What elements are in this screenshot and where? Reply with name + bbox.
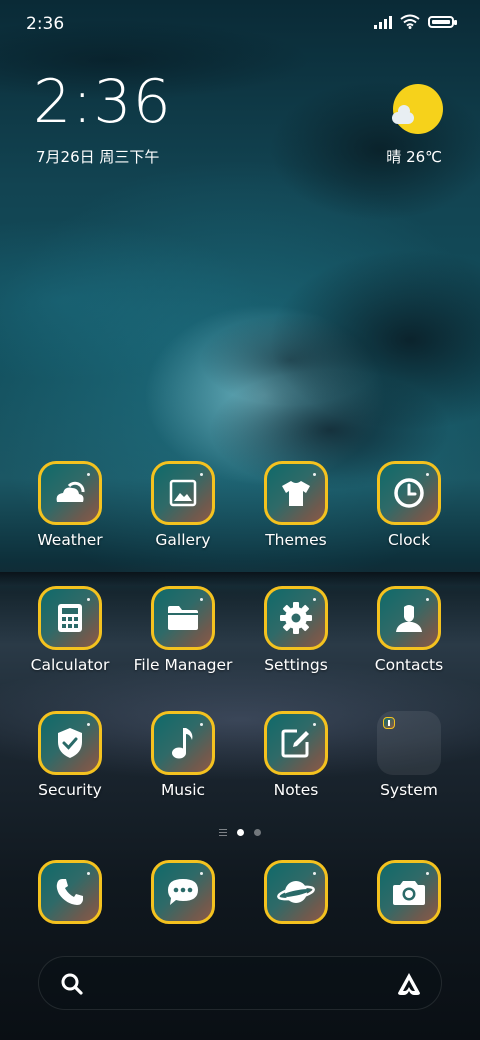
app-label: Notes [273, 781, 319, 799]
app-label: Security [38, 781, 102, 799]
note-edit-icon [264, 711, 328, 775]
signal-icon [374, 15, 392, 29]
shield-check-icon [38, 711, 102, 775]
weather-widget[interactable]: 晴 26℃ [370, 82, 450, 172]
folder-mini-app-icon [383, 717, 395, 729]
app-label: Music [160, 781, 206, 799]
wallpaper-horizon [0, 572, 480, 586]
dock-phone[interactable] [14, 860, 126, 924]
calculator-icon [38, 586, 102, 650]
browser-planet-icon [264, 860, 328, 924]
wifi-icon [400, 14, 420, 29]
app-label: File Manager [133, 656, 233, 674]
app-file-manager[interactable]: File Manager [127, 586, 239, 674]
weather-icon [38, 461, 102, 525]
gallery-icon [151, 461, 215, 525]
page-dot-active [237, 829, 244, 836]
weather-widget-text: 晴 26℃ [386, 148, 442, 166]
status-icons [374, 14, 457, 29]
app-themes[interactable]: Themes [240, 461, 352, 549]
dock-camera[interactable] [353, 860, 465, 924]
folder-icon [151, 586, 215, 650]
search-icon[interactable] [60, 972, 84, 996]
app-system-folder[interactable]: System [353, 711, 465, 799]
app-settings[interactable]: Settings [240, 586, 352, 674]
app-music[interactable]: Music [127, 711, 239, 799]
app-label: Calculator [30, 656, 110, 674]
app-notes[interactable]: Notes [240, 711, 352, 799]
dock-browser[interactable] [240, 860, 352, 924]
music-note-icon [151, 711, 215, 775]
cloud-icon [392, 105, 414, 124]
app-weather[interactable]: Weather [14, 461, 126, 549]
app-contacts[interactable]: Contacts [353, 586, 465, 674]
gear-icon [264, 586, 328, 650]
person-icon [377, 586, 441, 650]
app-label: Contacts [374, 656, 444, 674]
camera-icon [377, 860, 441, 924]
app-drawer-indicator-icon [219, 829, 227, 836]
search-bar[interactable] [38, 956, 442, 1010]
page-indicator[interactable] [0, 829, 480, 836]
battery-icon [428, 15, 457, 28]
app-label: Settings [264, 656, 328, 674]
dock-messages[interactable] [127, 860, 239, 924]
app-clock[interactable]: Clock [353, 461, 465, 549]
app-security[interactable]: Security [14, 711, 126, 799]
app-label: Themes [265, 531, 327, 549]
app-label: Gallery [155, 531, 211, 549]
clock-widget-date[interactable]: 7月26日 周三下午 [36, 146, 159, 167]
app-calculator[interactable]: Calculator [14, 586, 126, 674]
folder-icon [377, 711, 441, 775]
app-label: Weather [37, 531, 103, 549]
page-dot [254, 829, 261, 836]
app-gallery[interactable]: Gallery [127, 461, 239, 549]
clock-icon [377, 461, 441, 525]
phone-icon [38, 860, 102, 924]
clock-widget-time[interactable]: 2:36 [33, 72, 172, 132]
tshirt-icon [264, 461, 328, 525]
assistant-icon[interactable] [395, 970, 423, 998]
app-label: System [380, 781, 438, 799]
app-label: Clock [387, 531, 431, 549]
message-icon [151, 860, 215, 924]
status-time: 2:36 [26, 14, 65, 34]
